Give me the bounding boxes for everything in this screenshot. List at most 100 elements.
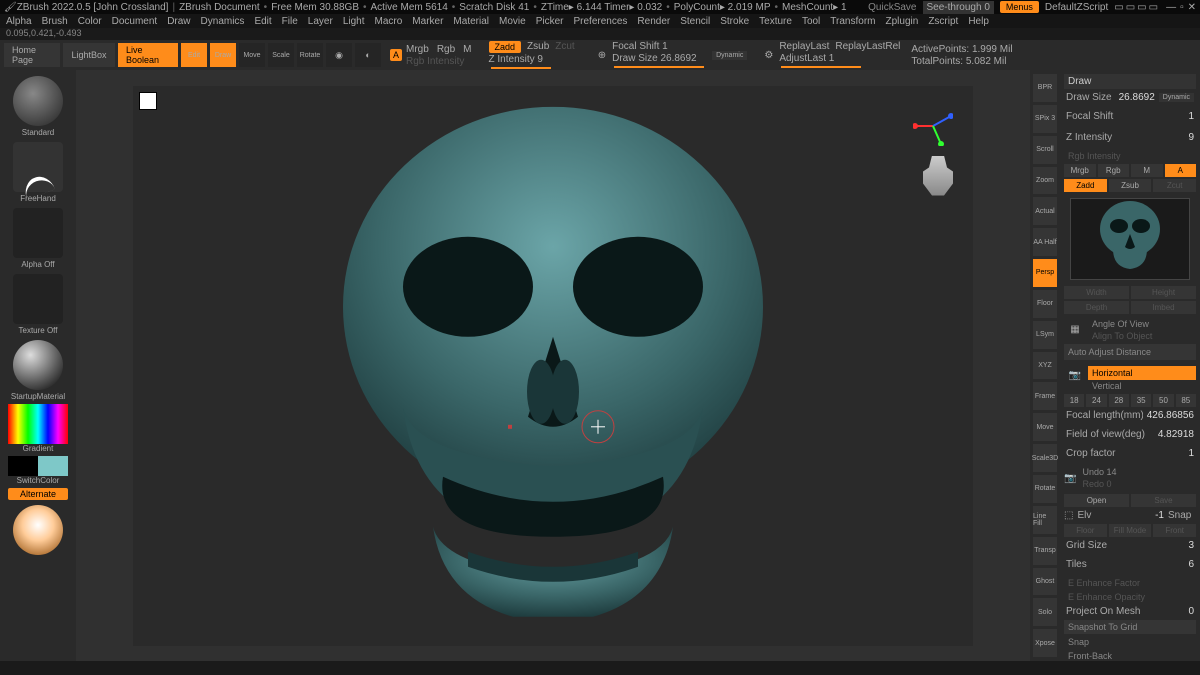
yinyang-button[interactable]: ◐	[355, 43, 381, 67]
axis-gizmo[interactable]	[913, 106, 953, 146]
menu-zscript[interactable]: Zscript	[928, 16, 958, 27]
menu-light[interactable]: Light	[343, 16, 365, 27]
menu-dynamics[interactable]: Dynamics	[201, 16, 245, 27]
rgb-button[interactable]: Rgb	[437, 44, 455, 55]
floor-icon[interactable]: ⬚	[1064, 510, 1073, 521]
menu-zplugin[interactable]: Zplugin	[886, 16, 919, 27]
preview-thumb[interactable]	[1070, 198, 1190, 280]
menu-file[interactable]: File	[282, 16, 298, 27]
menu-stroke[interactable]: Stroke	[720, 16, 749, 27]
rshelf-xyz[interactable]: XYZ	[1033, 352, 1057, 380]
mm-35[interactable]: 35	[1131, 394, 1151, 407]
home-button[interactable]: Home Page	[4, 43, 60, 67]
mrgb-btn[interactable]: Mrgb	[1064, 164, 1096, 177]
brush-picker[interactable]: Standard	[4, 74, 72, 137]
dynamic-toggle[interactable]: Dynamic	[712, 51, 747, 60]
adjustlast[interactable]: AdjustLast 1	[779, 53, 900, 64]
replaylastrel-button[interactable]: ReplayLastRel	[835, 41, 900, 52]
rshelf-frame[interactable]: Frame	[1033, 382, 1057, 410]
m-btn[interactable]: M	[1131, 164, 1163, 177]
alternate-button[interactable]: Alternate	[8, 488, 68, 500]
menu-transform[interactable]: Transform	[830, 16, 875, 27]
menu-color[interactable]: Color	[78, 16, 102, 27]
drawsize[interactable]: Draw Size 26.8692	[612, 53, 706, 64]
rshelf-transp[interactable]: Transp	[1033, 537, 1057, 565]
zadd-btn[interactable]: Zadd	[1064, 179, 1107, 192]
mrgb-button[interactable]: Mrgb	[406, 44, 429, 55]
menu-macro[interactable]: Macro	[375, 16, 403, 27]
rshelf-zoom[interactable]: Zoom	[1033, 167, 1057, 195]
document-tab[interactable]	[139, 92, 157, 110]
open-button[interactable]: Open	[1064, 494, 1129, 507]
menu-draw[interactable]: Draw	[167, 16, 190, 27]
zcut-button[interactable]: Zcut	[555, 41, 574, 53]
menu-marker[interactable]: Marker	[412, 16, 443, 27]
menu-help[interactable]: Help	[968, 16, 989, 27]
rshelf-solo[interactable]: Solo	[1033, 598, 1057, 626]
menu-alpha[interactable]: Alpha	[6, 16, 32, 27]
menu-picker[interactable]: Picker	[536, 16, 564, 27]
viewport[interactable]	[76, 70, 1030, 661]
rshelf-persp[interactable]: Persp	[1033, 259, 1057, 287]
menus-toggle[interactable]: Menus	[1000, 1, 1039, 13]
menu-material[interactable]: Material	[453, 16, 489, 27]
quicksave-button[interactable]: QuickSave	[868, 2, 916, 13]
menu-preferences[interactable]: Preferences	[573, 16, 627, 27]
camera-undo-icon[interactable]: 📷	[1064, 473, 1076, 484]
menu-layer[interactable]: Layer	[308, 16, 333, 27]
texture-picker[interactable]: Texture Off	[4, 272, 72, 335]
gear-icon[interactable]: ⚙	[764, 50, 773, 61]
persp-icon[interactable]: ▦	[1064, 318, 1086, 342]
rshelf-bpr[interactable]: BPR	[1033, 74, 1057, 102]
panel-title[interactable]: Draw	[1064, 74, 1196, 89]
color-picker[interactable]: Gradient	[4, 404, 72, 453]
rshelf-spix3[interactable]: SPix 3	[1033, 105, 1057, 133]
menu-movie[interactable]: Movie	[499, 16, 526, 27]
rshelf-rotate[interactable]: Rotate	[1033, 475, 1057, 503]
layout-icons[interactable]: ▭▭▭▭	[1114, 2, 1160, 13]
close-button[interactable]: ✕	[1188, 2, 1196, 13]
autoadjust-button[interactable]: Auto Adjust Distance	[1064, 344, 1196, 360]
menu-render[interactable]: Render	[637, 16, 670, 27]
mm-28[interactable]: 28	[1109, 394, 1129, 407]
menu-brush[interactable]: Brush	[42, 16, 68, 27]
liveboolean-button[interactable]: Live Boolean	[118, 43, 178, 67]
defaultzscript[interactable]: DefaultZScript	[1045, 2, 1108, 13]
stroke-picker[interactable]: FreeHand	[4, 140, 72, 203]
zsub-button[interactable]: Zsub	[527, 41, 549, 53]
rgb-btn[interactable]: Rgb	[1098, 164, 1130, 177]
rotate-button[interactable]: Rotate	[297, 43, 323, 67]
rshelf-floor[interactable]: Floor	[1033, 290, 1057, 318]
rshelf-xpose[interactable]: Xpose	[1033, 629, 1057, 657]
m-button[interactable]: M	[463, 44, 471, 55]
replaylast-button[interactable]: ReplayLast	[779, 41, 829, 52]
a-btn[interactable]: A	[1165, 164, 1197, 177]
mm-24[interactable]: 24	[1086, 394, 1106, 407]
edit-button[interactable]: Edit	[181, 43, 207, 67]
rshelf-aahalf[interactable]: AA Half	[1033, 228, 1057, 256]
draw-button[interactable]: Draw	[210, 43, 236, 67]
switch-color[interactable]: SwitchColor	[4, 456, 72, 485]
menu-texture[interactable]: Texture	[759, 16, 792, 27]
rshelf-actual[interactable]: Actual	[1033, 197, 1057, 225]
secondary-color[interactable]	[4, 503, 72, 557]
minimize-button[interactable]: —	[1166, 2, 1176, 13]
rshelf-lsym[interactable]: LSym	[1033, 321, 1057, 349]
zcut-btn[interactable]: Zcut	[1153, 179, 1196, 192]
maximize-button[interactable]: ▫	[1180, 2, 1184, 13]
mm-85[interactable]: 85	[1176, 394, 1196, 407]
head-widget[interactable]	[923, 156, 953, 196]
zint-label[interactable]: Z Intensity 9	[489, 54, 575, 65]
menu-edit[interactable]: Edit	[254, 16, 271, 27]
focalshift[interactable]: Focal Shift 1	[612, 41, 706, 52]
menu-document[interactable]: Document	[112, 16, 158, 27]
camera-icon[interactable]: 📷	[1064, 364, 1086, 392]
scale-button[interactable]: Scale	[268, 43, 294, 67]
rshelf-scale3d[interactable]: Scale3D	[1033, 444, 1057, 472]
move-button[interactable]: Move	[239, 43, 265, 67]
rshelf-linefill[interactable]: Line Fill	[1033, 506, 1057, 534]
material-picker[interactable]: StartupMaterial	[4, 338, 72, 401]
lightbox-button[interactable]: LightBox	[63, 43, 115, 67]
zsub-btn[interactable]: Zsub	[1109, 179, 1152, 192]
skull-mesh[interactable]	[313, 106, 793, 645]
